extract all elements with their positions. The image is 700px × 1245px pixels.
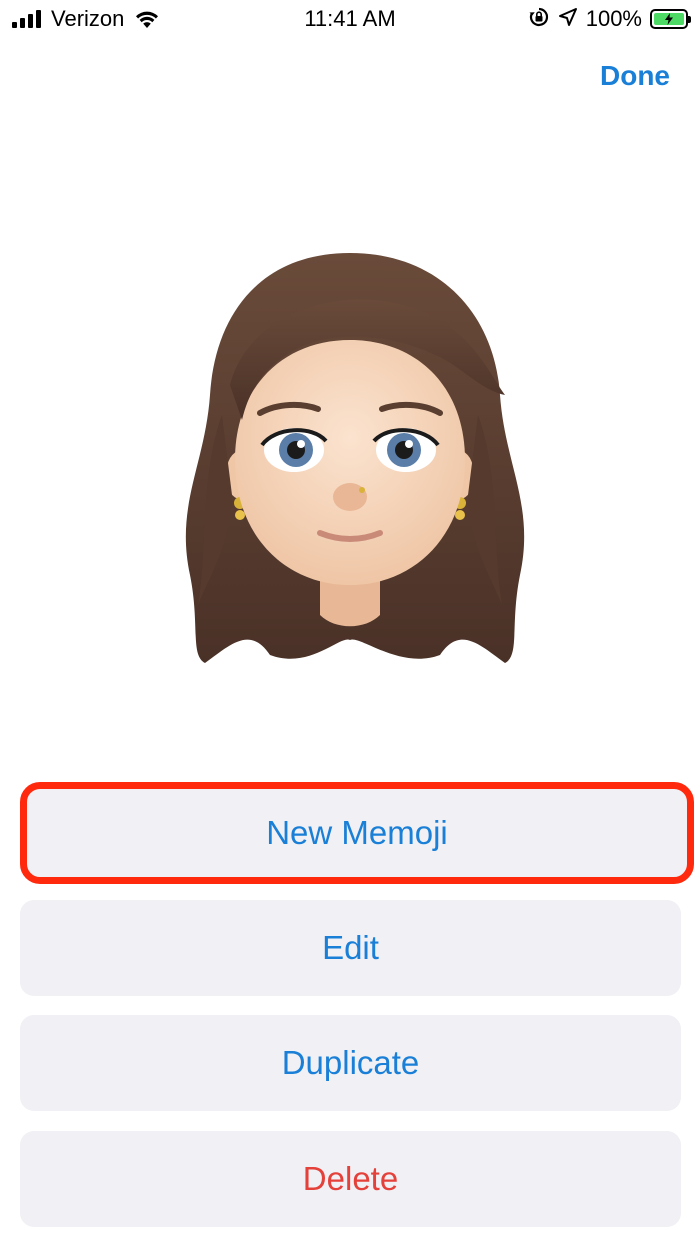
status-right: 100% xyxy=(528,5,691,33)
orientation-lock-icon xyxy=(528,6,550,33)
battery-percent: 100% xyxy=(585,6,642,31)
new-memoji-button[interactable]: New Memoji xyxy=(20,782,694,884)
done-button[interactable]: Done xyxy=(600,60,670,92)
location-arrow-icon xyxy=(558,7,578,32)
charging-bolt-icon xyxy=(665,13,673,25)
edit-button[interactable]: Edit xyxy=(20,900,681,996)
delete-button[interactable]: Delete xyxy=(20,1131,681,1227)
status-bar: Verizon 11:41 AM 100% xyxy=(0,0,700,38)
memoji-avatar xyxy=(160,245,540,670)
duplicate-button[interactable]: Duplicate xyxy=(20,1015,681,1111)
battery-fill xyxy=(654,13,684,25)
battery-icon xyxy=(650,9,691,29)
